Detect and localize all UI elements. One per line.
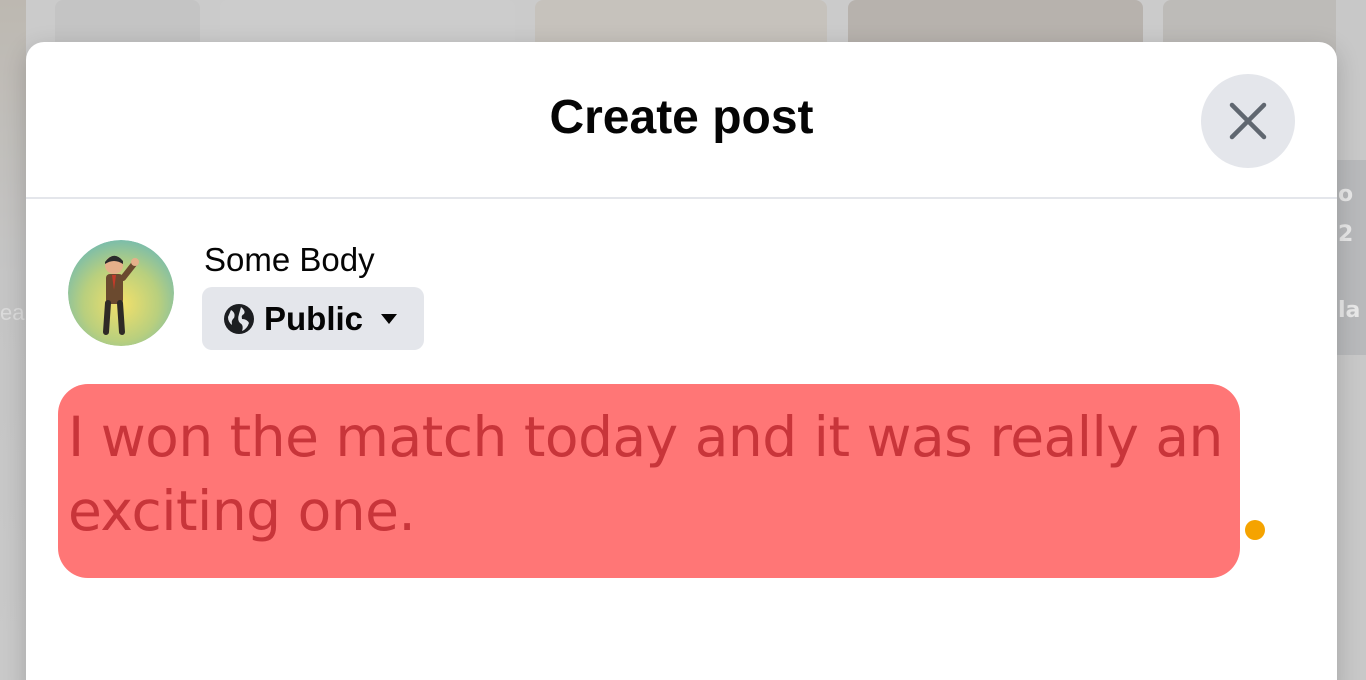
- dialog-header: Create post: [26, 42, 1337, 199]
- avatar-image: [68, 240, 174, 346]
- privacy-label: Public: [264, 299, 364, 337]
- post-text-content: I won the match today and it was really …: [68, 405, 1223, 543]
- author-name[interactable]: Some Body: [204, 240, 375, 280]
- caret-down-icon: [381, 313, 398, 325]
- privacy-selector-button[interactable]: Public: [202, 287, 424, 350]
- close-button[interactable]: [1201, 74, 1295, 168]
- dialog-title: Create post: [549, 91, 814, 144]
- avatar[interactable]: [68, 240, 174, 346]
- close-icon: [1229, 102, 1267, 140]
- create-post-dialog: Create post Some Body Public I won the m…: [26, 42, 1337, 680]
- post-text-input[interactable]: I won the match today and it was really …: [58, 384, 1240, 578]
- globe-icon: [222, 302, 256, 336]
- status-indicator-dot: [1245, 520, 1265, 540]
